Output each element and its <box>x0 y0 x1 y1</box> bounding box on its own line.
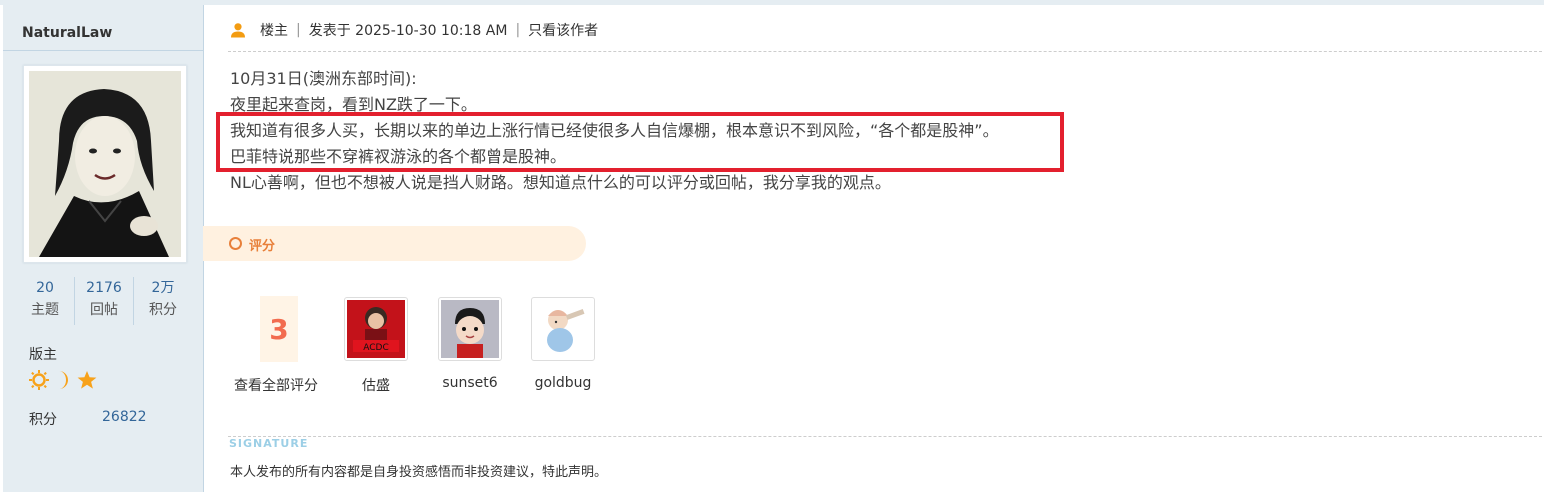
rater-name[interactable]: sunset6 <box>437 375 503 391</box>
author-points: 积分 26822 <box>29 409 147 429</box>
author-role[interactable]: 版主 <box>29 344 57 364</box>
rater-item[interactable]: ACDC 估盛 <box>343 297 409 395</box>
rater-avatar-image: ACDC <box>347 300 405 358</box>
stat-value: 20 <box>36 280 54 296</box>
stat-threads[interactable]: 20 主题 <box>16 277 75 325</box>
stat-label: 积分 <box>149 302 177 318</box>
post-header: 楼主 | 发表于 2025-10-30 10:18 AM | 只看该作者 <box>230 20 598 40</box>
rater-avatar[interactable]: ACDC <box>344 297 408 361</box>
rater-avatar-image <box>441 300 499 358</box>
stat-points[interactable]: 2万 积分 <box>134 277 192 325</box>
signature-divider <box>228 436 1542 437</box>
sidebar-divider <box>3 50 203 51</box>
stat-replies[interactable]: 2176 回帖 <box>75 277 134 325</box>
signature-label: SIGNATURE <box>229 437 309 450</box>
stat-value: 2万 <box>151 280 175 296</box>
author-stats: 20 主题 2176 回帖 2万 积分 <box>16 277 192 325</box>
top-divider <box>0 0 1544 5</box>
content-line: NL心善啊，但也不想被人说是挡人财路。想知道点什么的可以评分或回帖，我分享我的观… <box>230 173 891 192</box>
author-sidebar: NaturalLaw 20 主题 2176 回帖 2万 积分 版主 积分 268… <box>3 5 204 492</box>
user-icon <box>231 23 245 38</box>
header-separator: | <box>296 22 301 38</box>
signature-text: 本人发布的所有内容都是自身投资感悟而非投资建议，特此声明。 <box>230 465 608 480</box>
stat-label: 主题 <box>31 302 59 318</box>
rater-avatar[interactable] <box>531 297 595 361</box>
rater-name[interactable]: goldbug <box>530 375 596 391</box>
rater-item[interactable]: goldbug <box>530 297 596 391</box>
post-time: 发表于 2025-10-30 10:18 AM <box>308 23 508 39</box>
header-divider <box>228 51 1542 52</box>
rating-count[interactable]: 3 <box>260 296 298 362</box>
stat-label: 回帖 <box>90 302 118 318</box>
sun-icon <box>29 370 49 390</box>
author-avatar-image <box>29 71 181 257</box>
points-value: 26822 <box>102 409 147 425</box>
rater-item[interactable]: sunset6 <box>437 297 503 391</box>
rating-section-label: 评分 <box>249 239 276 254</box>
star-icon <box>77 371 97 389</box>
highlight-annotation-box <box>216 112 1064 172</box>
moon-icon <box>59 371 68 389</box>
rater-avatar-image <box>534 300 592 358</box>
author-avatar[interactable] <box>23 65 187 263</box>
content-line: 10月31日(澳洲东部时间): <box>230 69 417 88</box>
rater-name[interactable]: 估盛 <box>343 375 409 395</box>
circle-icon <box>229 237 242 250</box>
rater-avatar[interactable] <box>438 297 502 361</box>
view-all-ratings-link[interactable]: 查看全部评分 <box>234 375 318 395</box>
author-name[interactable]: NaturalLaw <box>22 25 112 41</box>
svg-text:ACDC: ACDC <box>363 343 389 353</box>
header-separator: | <box>515 22 521 38</box>
author-only-link[interactable]: 只看该作者 <box>528 20 598 40</box>
floor-label: 楼主 <box>260 23 288 39</box>
stat-value: 2176 <box>86 280 122 296</box>
author-medals <box>29 370 97 390</box>
rating-section-bar: 评分 <box>203 226 586 261</box>
points-label: 积分 <box>29 412 57 428</box>
